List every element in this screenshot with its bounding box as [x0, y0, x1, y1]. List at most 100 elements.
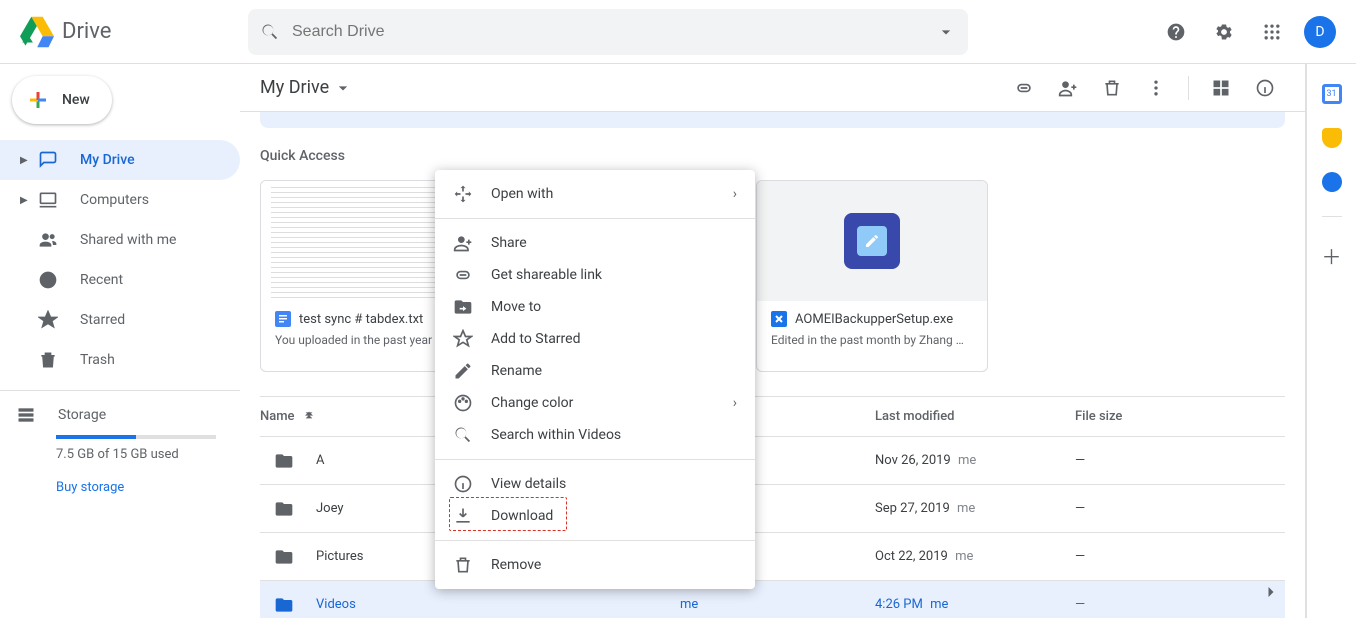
expand-icon[interactable]: ▶ — [20, 155, 32, 166]
folder-icon — [274, 595, 294, 615]
keep-icon[interactable] — [1322, 128, 1342, 148]
file-modified: Oct 22, 2019 me — [875, 549, 1075, 564]
storage-icon — [16, 405, 36, 425]
app-header: Drive D — [0, 0, 1356, 64]
file-modified: Sep 27, 2019 me — [875, 501, 1075, 516]
separator — [435, 459, 755, 460]
docs-icon — [275, 311, 291, 327]
ctx-get-link[interactable]: Get shareable link — [435, 259, 755, 291]
separator — [1322, 216, 1342, 217]
table-row[interactable]: Videosme4:26 PM me— — [260, 581, 1285, 618]
folder-icon — [274, 547, 294, 567]
main-area: My Drive Quick Access test sync # — [240, 64, 1306, 618]
ctx-search-within[interactable]: Search within Videos — [435, 419, 755, 451]
side-panel: 31 ＋ — [1306, 64, 1356, 618]
ctx-move[interactable]: Move to — [435, 291, 755, 323]
toolbar: My Drive — [240, 64, 1305, 112]
separator — [435, 218, 755, 219]
search-icon — [453, 425, 473, 445]
file-modified: 4:26 PM me — [875, 597, 1075, 612]
nav-my-drive[interactable]: ▶ My Drive — [0, 140, 240, 180]
sidebar: New ▶ My Drive ▶ Computers Shared with m… — [0, 64, 240, 618]
nav-recent[interactable]: Recent — [0, 260, 240, 300]
help-icon[interactable] — [1156, 12, 1196, 52]
storage-section: Storage 7.5 GB of 15 GB used Buy storage — [0, 390, 240, 495]
file-modified: Nov 26, 2019 me — [875, 453, 1075, 468]
palette-icon — [453, 393, 473, 413]
info-icon — [453, 474, 473, 494]
buy-storage-link[interactable]: Buy storage — [56, 480, 240, 495]
pencil-icon — [453, 361, 473, 381]
calendar-icon[interactable]: 31 — [1322, 84, 1342, 104]
separator — [435, 540, 755, 541]
search-bar[interactable] — [248, 9, 968, 55]
col-modified[interactable]: Last modified — [875, 409, 1075, 424]
info-button[interactable] — [1245, 68, 1285, 108]
table-row[interactable]: JoeymeSep 27, 2019 me— — [260, 485, 1285, 533]
chevron-right-icon[interactable] — [1261, 582, 1281, 606]
folder-icon — [274, 499, 294, 519]
new-button-label: New — [62, 92, 90, 108]
new-button[interactable]: New — [12, 76, 112, 124]
more-button[interactable] — [1136, 68, 1176, 108]
add-icon[interactable]: ＋ — [1322, 241, 1342, 270]
ctx-open-with[interactable]: Open with› — [435, 178, 755, 210]
header-right: D — [1156, 12, 1348, 52]
drive-icon — [38, 150, 58, 170]
drive-logo-icon — [20, 15, 54, 49]
col-name[interactable]: Name — [260, 409, 295, 424]
dropdown-icon[interactable] — [936, 22, 956, 42]
nav-trash[interactable]: Trash — [0, 340, 240, 380]
chevron-right-icon: › — [733, 395, 737, 411]
download-icon — [453, 506, 473, 526]
expand-icon[interactable]: ▶ — [20, 195, 32, 206]
ctx-remove[interactable]: Remove — [435, 549, 755, 581]
nav-shared[interactable]: Shared with me — [0, 220, 240, 260]
get-link-button[interactable] — [1004, 68, 1044, 108]
chevron-down-icon — [333, 78, 353, 98]
star-icon — [453, 329, 473, 349]
open-with-icon — [453, 184, 473, 204]
table-row[interactable]: PicturesmeOct 22, 2019 me— — [260, 533, 1285, 581]
app-thumbnail — [757, 181, 987, 301]
person-add-icon — [453, 233, 473, 253]
ctx-color[interactable]: Change color› — [435, 387, 755, 419]
col-size[interactable]: File size — [1075, 409, 1285, 424]
tasks-icon[interactable] — [1322, 172, 1342, 192]
file-size: — — [1075, 549, 1285, 564]
star-icon — [38, 310, 58, 330]
file-name: A — [316, 453, 324, 468]
ctx-view-details[interactable]: View details — [435, 468, 755, 500]
storage-label: Storage — [58, 407, 106, 423]
settings-icon[interactable] — [1204, 12, 1244, 52]
quick-access-card[interactable]: AOMEIBackupperSetup.exe Edited in the pa… — [756, 180, 988, 372]
file-owner: me — [680, 597, 875, 612]
avatar[interactable]: D — [1304, 16, 1336, 48]
ctx-download[interactable]: Download — [435, 500, 755, 532]
apps-icon[interactable] — [1252, 12, 1292, 52]
folder-icon — [274, 451, 294, 471]
share-button[interactable] — [1048, 68, 1088, 108]
nav-computers[interactable]: ▶ Computers — [0, 180, 240, 220]
storage-used: 7.5 GB of 15 GB used — [56, 447, 240, 462]
banner-fragment — [260, 112, 1285, 128]
app-name: Drive — [62, 19, 111, 44]
logo-wrap[interactable]: Drive — [8, 15, 248, 49]
ctx-star[interactable]: Add to Starred — [435, 323, 755, 355]
plus-icon — [26, 88, 50, 112]
ctx-share[interactable]: Share — [435, 227, 755, 259]
separator — [1188, 76, 1189, 100]
computer-icon — [38, 190, 58, 210]
storage-progress — [56, 435, 216, 439]
breadcrumb[interactable]: My Drive — [260, 77, 353, 98]
trash-icon — [453, 555, 473, 575]
nav-starred[interactable]: Starred — [0, 300, 240, 340]
search-input[interactable] — [292, 23, 936, 41]
context-menu: Open with› Share Get shareable link Move… — [435, 170, 755, 589]
grid-view-button[interactable] — [1201, 68, 1241, 108]
delete-button[interactable] — [1092, 68, 1132, 108]
file-size: — — [1075, 501, 1285, 516]
table-row[interactable]: AmeNov 26, 2019 me— — [260, 437, 1285, 485]
ctx-rename[interactable]: Rename — [435, 355, 755, 387]
sort-asc-icon[interactable] — [301, 409, 317, 425]
